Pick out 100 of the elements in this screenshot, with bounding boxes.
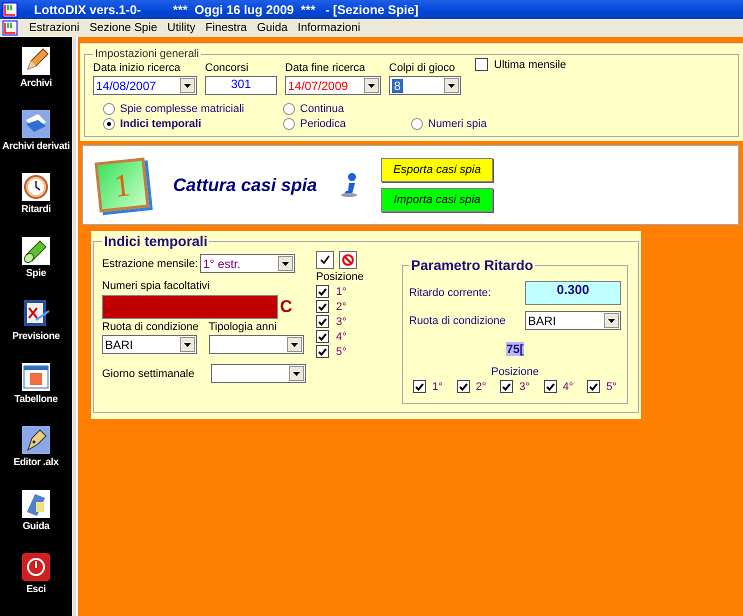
field-label: Ruota di condizione	[102, 321, 199, 333]
field-label: Ritardo corrente:	[409, 287, 491, 299]
menu-item[interactable]: Guida	[252, 22, 293, 34]
input-field[interactable]	[102, 295, 278, 319]
date-dropdown[interactable]: 14/08/2007	[93, 76, 197, 95]
menu-item[interactable]: Estrazioni	[24, 22, 84, 34]
dropdown[interactable]	[211, 364, 306, 383]
dropdown-arrow-button[interactable]	[180, 78, 195, 93]
menu-item[interactable]: Finestra	[200, 22, 252, 34]
checkbox[interactable]	[544, 380, 557, 393]
checkbox[interactable]	[475, 58, 488, 71]
field-label: Concorsi	[205, 62, 250, 74]
checkbox[interactable]	[316, 285, 329, 298]
checkbox-label: 3°	[336, 316, 347, 328]
window-title: LottoDIX vers.1-0-	[34, 2, 141, 16]
field-label: Data fine ricerca	[285, 62, 366, 74]
sidebar-item[interactable]: Ritardi	[0, 173, 72, 237]
radio-label: Spie complesse matriciali	[120, 103, 244, 115]
radio-label: Indici temporali	[120, 118, 202, 130]
caret-icon	[184, 84, 191, 88]
flashlight-icon	[22, 236, 50, 265]
window-title-section: - [Sezione Spie]	[325, 2, 418, 16]
pen-nib-icon	[22, 426, 50, 454]
sidebar-item[interactable]: Esci	[0, 552, 72, 616]
menu-item[interactable]: Informazioni	[292, 22, 366, 34]
caret-icon	[282, 262, 289, 266]
sidebar-item[interactable]: Guida	[0, 490, 72, 553]
check-all-button[interactable]	[316, 251, 334, 269]
checkbox-label: 1°	[432, 380, 443, 392]
checkbox[interactable]	[316, 330, 329, 343]
group-title: Parametro Ritardo	[410, 257, 534, 273]
dropdown[interactable]: 1° estr.	[200, 254, 295, 273]
checkbox[interactable]	[500, 380, 514, 393]
dropdown-arrow-button[interactable]	[278, 256, 293, 271]
radio-button[interactable]	[103, 118, 115, 130]
field-label: Data inizio ricerca	[93, 62, 182, 74]
dropdown[interactable]: BARI	[525, 311, 621, 330]
dropdown[interactable]: BARI	[102, 335, 197, 354]
sidebar-item[interactable]: Previsione	[0, 300, 72, 364]
checkbox[interactable]	[456, 380, 470, 393]
menu-item[interactable]: Utility	[162, 22, 200, 34]
capture-button[interactable]: Importa casi spia	[381, 188, 494, 212]
checkbox[interactable]	[316, 345, 329, 358]
caret-icon	[368, 84, 375, 88]
code-label: 75[	[506, 342, 524, 356]
menu-item[interactable]: Sezione Spie	[84, 22, 162, 34]
checkbox[interactable]	[587, 380, 600, 393]
radio-button[interactable]	[411, 118, 423, 130]
uncheck-all-button[interactable]	[339, 251, 357, 269]
caret-icon	[608, 318, 615, 322]
caret-icon	[290, 342, 298, 346]
prohibited-icon	[342, 254, 354, 266]
field-label: Ruota di condizione	[409, 314, 506, 326]
dropdown-arrow-button[interactable]	[364, 78, 379, 93]
radio-label: Numeri spia	[428, 118, 487, 130]
checkbox[interactable]	[413, 380, 426, 393]
checkbox-label: 5°	[336, 346, 347, 358]
dropdown-arrow-button[interactable]	[286, 337, 302, 352]
book-icon	[22, 490, 50, 518]
position-title: Posizione	[490, 366, 540, 378]
power-icon	[22, 552, 50, 581]
sidebar-item[interactable]: Tabellone	[0, 363, 72, 426]
sidebar-item[interactable]: Editor .alx	[0, 426, 72, 490]
date-dropdown[interactable]: 14/07/2009	[285, 76, 381, 95]
radio-button[interactable]	[283, 118, 295, 130]
app-icon[interactable]	[2, 20, 18, 36]
input-field[interactable]: 301	[205, 76, 277, 95]
position-title: Posizione	[316, 271, 365, 283]
date-dropdown[interactable]: 8	[389, 76, 461, 95]
calendar-icon	[22, 363, 50, 392]
dropdown-arrow-button[interactable]	[604, 313, 619, 328]
field-label: Tipologia anni	[208, 321, 278, 333]
group-title: Impostazioni generali	[94, 48, 200, 60]
caret-icon	[448, 84, 455, 88]
checkbox[interactable]	[316, 300, 329, 313]
radio-button[interactable]	[283, 103, 295, 115]
caret-icon	[293, 372, 300, 376]
window-title-date: *** Oggi 16 lug 2009 ***	[172, 2, 316, 16]
checkbox-label: Ultima mensile	[494, 58, 566, 70]
sidebar-item[interactable]: Archivi	[0, 47, 72, 110]
checkbox-label: 2°	[476, 380, 486, 392]
number-tile: 1	[94, 158, 150, 212]
radio-button[interactable]	[103, 103, 115, 115]
dropdown-arrow-button[interactable]	[444, 78, 459, 93]
group-title: Indici temporali	[103, 233, 208, 249]
check-icon	[320, 255, 330, 265]
sidebar-item[interactable]: Spie	[0, 236, 72, 300]
dropdown[interactable]	[208, 335, 304, 354]
field-label: Colpi di gioco	[389, 62, 456, 74]
checkbox-label: 4°	[562, 380, 574, 392]
checkbox-label: 5°	[606, 380, 617, 392]
capture-button[interactable]: Esporta casi spia	[381, 158, 494, 182]
clear-button[interactable]: C	[278, 297, 292, 317]
dropdown-arrow-button[interactable]	[289, 366, 304, 381]
value-field: 0.300	[525, 281, 621, 305]
radio-label: Periodica	[300, 118, 346, 130]
checkbox[interactable]	[316, 315, 329, 328]
dropdown-arrow-button[interactable]	[180, 337, 195, 352]
checkbox-label: 1°	[336, 286, 347, 298]
sidebar-item[interactable]: Archivi derivati	[0, 110, 72, 174]
